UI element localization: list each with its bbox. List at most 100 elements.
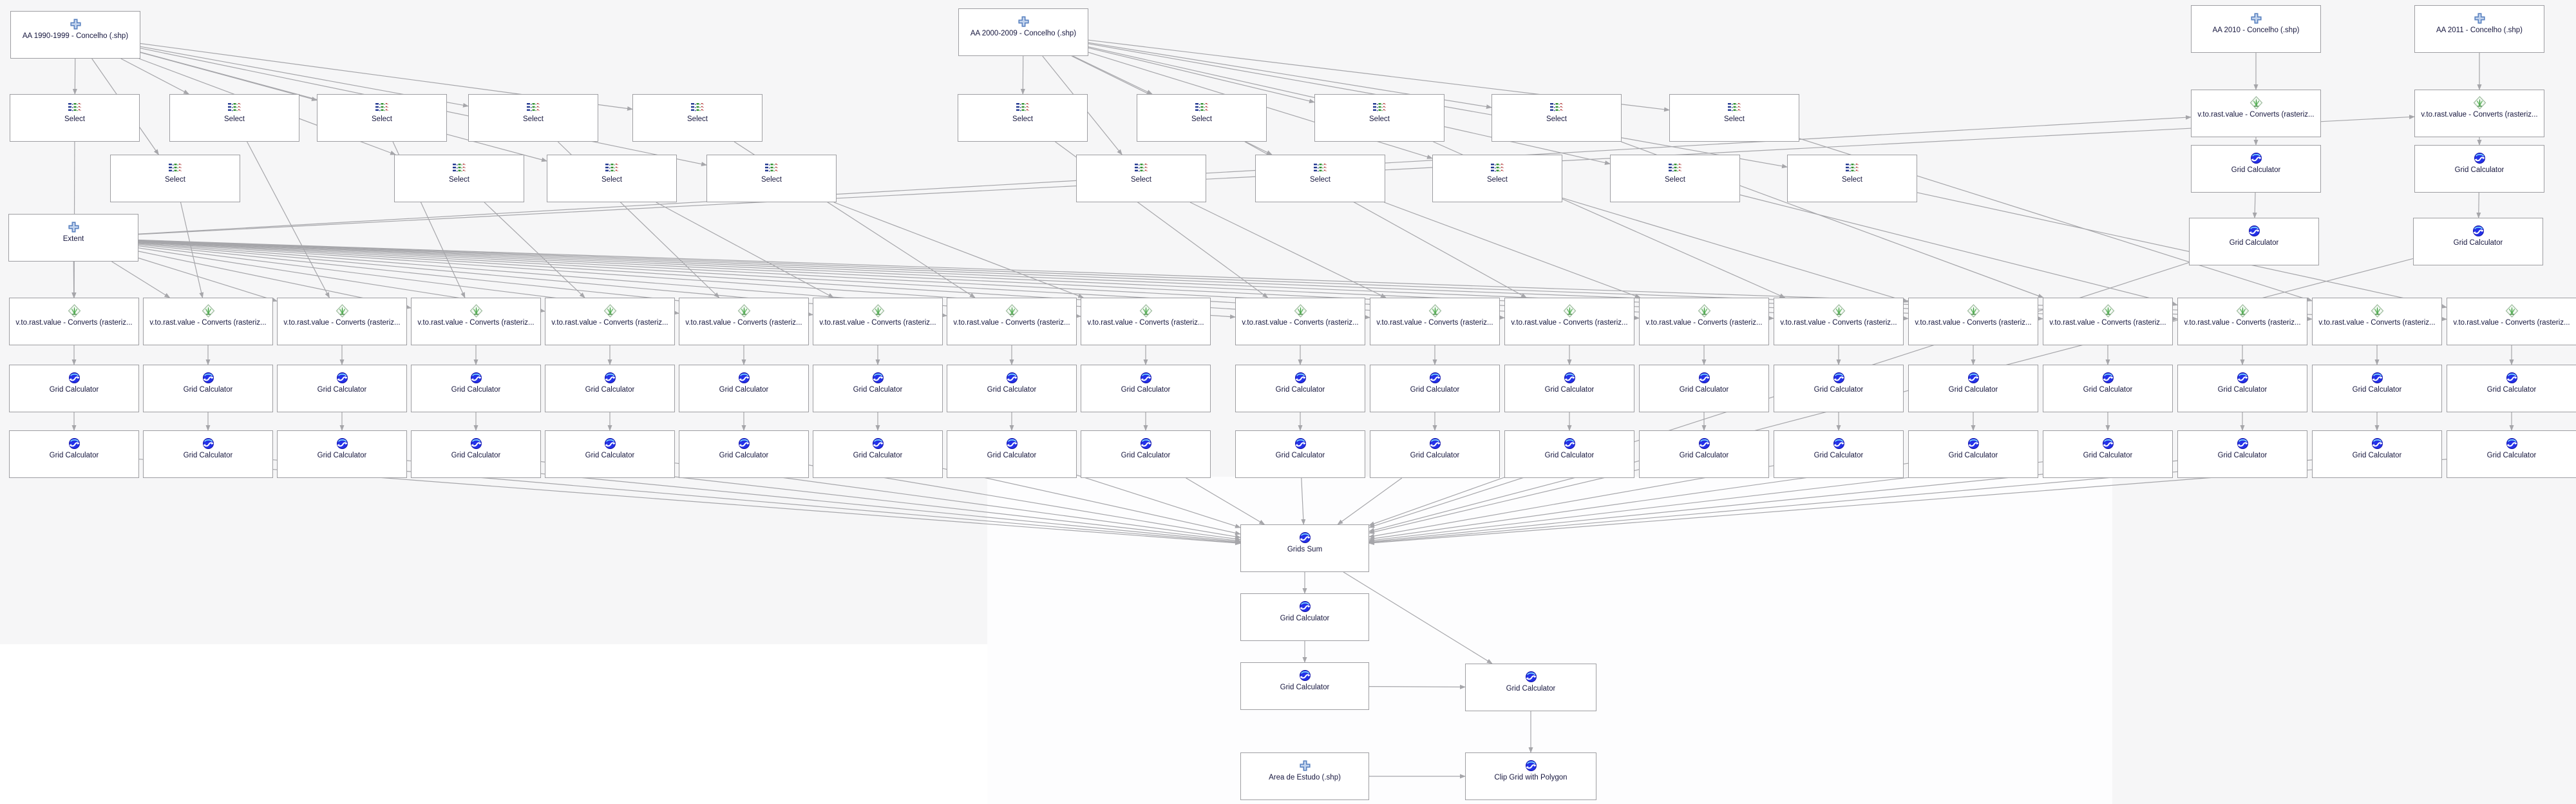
node-s90_3[interactable]: Select [169,94,299,142]
node-vtr17[interactable]: v.to.rast.value - Converts (rasteriz... [2177,298,2307,345]
saga-module-icon [1967,437,1980,450]
node-gca16[interactable]: Grid Calculator [2043,365,2173,412]
node-gcb15[interactable]: Grid Calculator [1908,430,2038,478]
node-s00_4[interactable]: Select [1255,155,1385,202]
node-gcb4[interactable]: Grid Calculator [411,430,541,478]
saga-module-icon [1525,759,1537,772]
node-gca8[interactable]: Grid Calculator [947,365,1077,412]
node-gc2010a[interactable]: Grid Calculator [2191,145,2321,193]
node-gca13[interactable]: Grid Calculator [1639,365,1769,412]
node-gcb19[interactable]: Grid Calculator [2447,430,2576,478]
node-gcb13[interactable]: Grid Calculator [1639,430,1769,478]
node-gcb11[interactable]: Grid Calculator [1370,430,1500,478]
node-gcb6[interactable]: Grid Calculator [679,430,809,478]
node-gca1[interactable]: Grid Calculator [9,365,139,412]
node-s00_2[interactable]: Select [1076,155,1206,202]
node-in2010[interactable]: AA 2010 - Concelho (.shp) [2191,5,2321,53]
node-vtr18[interactable]: v.to.rast.value - Converts (rasteriz... [2312,298,2442,345]
node-vtr4[interactable]: v.to.rast.value - Converts (rasteriz... [411,298,541,345]
saga-module-icon [1967,371,1980,384]
node-gc2010b[interactable]: Grid Calculator [2189,218,2319,265]
node-s00_3[interactable]: Select [1137,94,1267,142]
node-gcSum3[interactable]: Grid Calculator [1465,664,1596,711]
node-s90_8[interactable]: Select [632,94,762,142]
node-vtr16[interactable]: v.to.rast.value - Converts (rasteriz... [2043,298,2173,345]
node-label: Select [449,176,469,184]
node-gcb5[interactable]: Grid Calculator [545,430,675,478]
node-gca9[interactable]: Grid Calculator [1081,365,1211,412]
node-gca10[interactable]: Grid Calculator [1235,365,1365,412]
select-table-icon [68,100,81,113]
node-s90_5[interactable]: Select [394,155,524,202]
node-s90_9[interactable]: Select [706,155,837,202]
node-vtr7[interactable]: v.to.rast.value - Converts (rasteriz... [813,298,943,345]
node-s00_6[interactable]: Select [1432,155,1562,202]
node-vtr14[interactable]: v.to.rast.value - Converts (rasteriz... [1774,298,1904,345]
node-vtr1[interactable]: v.to.rast.value - Converts (rasteriz... [9,298,139,345]
node-s90_7[interactable]: Select [547,155,677,202]
node-s00_7[interactable]: Select [1492,94,1622,142]
node-vtr3[interactable]: v.to.rast.value - Converts (rasteriz... [277,298,407,345]
node-s00_10[interactable]: Select [1787,155,1917,202]
node-gc2011a[interactable]: Grid Calculator [2414,145,2544,193]
node-gcb3[interactable]: Grid Calculator [277,430,407,478]
node-vtr12[interactable]: v.to.rast.value - Converts (rasteriz... [1504,298,1634,345]
node-vtr19[interactable]: v.to.rast.value - Converts (rasteriz... [2447,298,2576,345]
node-gc2011b[interactable]: Grid Calculator [2413,218,2543,265]
node-gca6[interactable]: Grid Calculator [679,365,809,412]
node-areaEstudo[interactable]: Area de Estudo (.shp) [1240,752,1369,800]
node-vtr13[interactable]: v.to.rast.value - Converts (rasteriz... [1639,298,1769,345]
node-vtr2010[interactable]: v.to.rast.value - Converts (rasteriz... [2191,90,2321,137]
node-gcb9[interactable]: Grid Calculator [1081,430,1211,478]
node-gca17[interactable]: Grid Calculator [2177,365,2307,412]
node-s90_4[interactable]: Select [317,94,447,142]
node-vtr8[interactable]: v.to.rast.value - Converts (rasteriz... [947,298,1077,345]
node-gca14[interactable]: Grid Calculator [1774,365,1904,412]
node-gcSum1[interactable]: Grid Calculator [1240,593,1369,641]
node-gca19[interactable]: Grid Calculator [2447,365,2576,412]
node-s90_1[interactable]: Select [10,94,140,142]
node-gcb18[interactable]: Grid Calculator [2312,430,2442,478]
node-s90_6[interactable]: Select [468,94,598,142]
modeler-canvas[interactable]: AA 1990-1999 - Concelho (.shp) AA 2000-20… [0,0,2576,804]
node-clipGrid[interactable]: Clip Grid with Polygon [1465,752,1596,800]
node-gcb14[interactable]: Grid Calculator [1774,430,1904,478]
node-extent[interactable]: Extent [8,214,138,262]
select-table-icon [1669,161,1681,174]
node-vtr5[interactable]: v.to.rast.value - Converts (rasteriz... [545,298,675,345]
node-gca3[interactable]: Grid Calculator [277,365,407,412]
node-gca15[interactable]: Grid Calculator [1908,365,2038,412]
node-gca5[interactable]: Grid Calculator [545,365,675,412]
node-gca4[interactable]: Grid Calculator [411,365,541,412]
node-s00_5[interactable]: Select [1314,94,1444,142]
node-in1990[interactable]: AA 1990-1999 - Concelho (.shp) [10,11,140,59]
node-in2011[interactable]: AA 2011 - Concelho (.shp) [2414,5,2544,53]
node-gcSum2[interactable]: Grid Calculator [1240,662,1369,710]
node-vtr9[interactable]: v.to.rast.value - Converts (rasteriz... [1081,298,1211,345]
node-gcb16[interactable]: Grid Calculator [2043,430,2173,478]
node-gcb10[interactable]: Grid Calculator [1235,430,1365,478]
node-s00_8[interactable]: Select [1610,155,1740,202]
node-vtr2011[interactable]: v.to.rast.value - Converts (rasteriz... [2414,90,2544,137]
node-gca11[interactable]: Grid Calculator [1370,365,1500,412]
node-s00_1[interactable]: Select [958,94,1088,142]
node-gca2[interactable]: Grid Calculator [143,365,273,412]
node-gca7[interactable]: Grid Calculator [813,365,943,412]
node-s00_9[interactable]: Select [1669,94,1799,142]
node-gcb7[interactable]: Grid Calculator [813,430,943,478]
node-vtr6[interactable]: v.to.rast.value - Converts (rasteriz... [679,298,809,345]
node-gcb8[interactable]: Grid Calculator [947,430,1077,478]
node-gcb1[interactable]: Grid Calculator [9,430,139,478]
node-vtr2[interactable]: v.to.rast.value - Converts (rasteriz... [143,298,273,345]
node-in2000[interactable]: AA 2000-2009 - Concelho (.shp) [958,8,1088,56]
node-gcb12[interactable]: Grid Calculator [1504,430,1634,478]
node-vtr10[interactable]: v.to.rast.value - Converts (rasteriz... [1235,298,1365,345]
node-gcb17[interactable]: Grid Calculator [2177,430,2307,478]
node-s90_2[interactable]: Select [110,155,240,202]
node-vtr15[interactable]: v.to.rast.value - Converts (rasteriz... [1908,298,2038,345]
node-gcb2[interactable]: Grid Calculator [143,430,273,478]
node-gridsSum[interactable]: Grids Sum [1240,524,1369,572]
node-vtr11[interactable]: v.to.rast.value - Converts (rasteriz... [1370,298,1500,345]
node-gca12[interactable]: Grid Calculator [1504,365,1634,412]
node-gca18[interactable]: Grid Calculator [2312,365,2442,412]
